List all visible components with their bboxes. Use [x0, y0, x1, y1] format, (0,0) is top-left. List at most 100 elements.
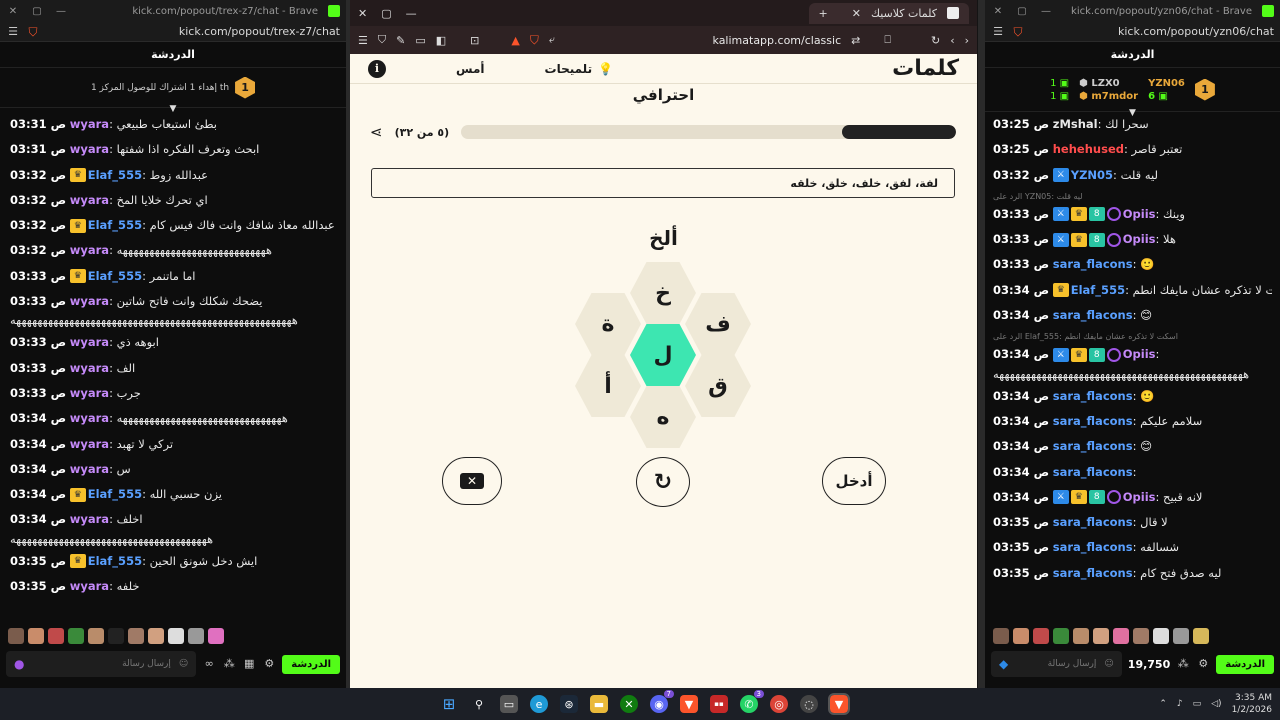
share-icon[interactable]: ⋖ — [370, 123, 383, 141]
steam-icon[interactable]: ⊛ — [560, 695, 578, 713]
message-username[interactable]: wyara — [70, 512, 109, 526]
sidebar-icon[interactable]: ◧ — [436, 34, 446, 47]
app-logo[interactable]: كلمات — [892, 56, 959, 81]
chevron-up-icon[interactable]: ⌃ — [1159, 699, 1167, 709]
chat-message[interactable]: 03:33 ص ⚔ ♛ 8 Opiis: وينك — [993, 202, 1272, 227]
message-username[interactable]: wyara — [70, 462, 109, 476]
reload-icon[interactable]: ↻ — [931, 34, 940, 47]
message-username[interactable]: Elaf_555 — [88, 269, 142, 283]
close-tab-icon[interactable]: ✕ — [852, 7, 861, 20]
chat-message[interactable]: 03:31 ص wyara: ابحث وتعرف الفكره اذا شفت… — [10, 137, 336, 162]
message-username[interactable]: zMshal — [1053, 117, 1098, 131]
store-icon[interactable]: ▦ — [242, 657, 256, 671]
emote-icon[interactable] — [1053, 628, 1069, 644]
chat-message[interactable]: 03:34 ص wyara: ههههههههههههههههههههههههه… — [10, 406, 336, 431]
chat-message[interactable]: 03:31 ص wyara: بطئ استيعاب طبيعي — [10, 112, 336, 137]
shield-icon[interactable]: ⛉ — [378, 33, 386, 47]
url-field[interactable]: kalimatapp.com/classic — [713, 34, 842, 47]
message-username[interactable]: sara_flacons — [1053, 414, 1133, 428]
close-window-button[interactable]: ✕ — [6, 6, 20, 17]
chat-message[interactable]: 03:35 ص sara_flacons: شسالفه — [993, 535, 1272, 560]
chat-message[interactable]: 03:34 ص sara_flacons: — [993, 460, 1272, 485]
bookmark-icon[interactable]: ⎕ — [884, 33, 891, 47]
brave-rewards-icon[interactable]: ▲ — [511, 34, 519, 47]
message-username[interactable]: sara_flacons — [1053, 439, 1133, 453]
share-link-icon[interactable]: ⤶ — [549, 33, 555, 47]
menu-icon[interactable]: ☰ — [991, 25, 1005, 39]
emote-icon[interactable] — [993, 628, 1009, 644]
send-button[interactable]: الدردشة — [1216, 654, 1274, 674]
edge-icon[interactable]: e — [530, 695, 548, 713]
chrome-icon[interactable]: ◎ — [770, 695, 788, 713]
emote-icon[interactable] — [68, 628, 84, 644]
wallet-icon[interactable]: ▭ — [415, 34, 425, 47]
active-tab[interactable]: + ✕ كلمات كلاسيك — [808, 2, 969, 24]
delete-button[interactable]: ✕ — [442, 457, 502, 505]
letter-hex-lower-right[interactable]: ق — [685, 354, 751, 418]
message-username[interactable]: Elaf_555 — [88, 554, 142, 568]
brave-shield-icon[interactable]: ⛉ — [1011, 25, 1025, 39]
emoji-icon[interactable]: ☺ — [179, 659, 188, 669]
chat-message[interactable]: 03:33 ص wyara: الف — [10, 356, 336, 381]
gift-leaderboard[interactable]: 1 ▣ 1 ▣ ⬢ LZX0 ⬢ m7mdor YZN06 6 ▣ 1 ▼ — [985, 68, 1280, 118]
message-username[interactable]: Elaf_555 — [88, 487, 142, 501]
emote-icon[interactable] — [188, 628, 204, 644]
chat-message[interactable]: 03:34 ص ⚔ ♛ 8 Opiis: — [993, 342, 1272, 367]
file-explorer-icon[interactable]: ▬ — [590, 695, 608, 713]
emote-icon[interactable] — [108, 628, 124, 644]
message-username[interactable]: wyara — [70, 294, 109, 308]
maximize-window-button[interactable]: ▢ — [30, 6, 44, 17]
task-view-icon[interactable]: ▭ — [500, 695, 518, 713]
message-username[interactable]: sara_flacons — [1053, 389, 1133, 403]
discord-icon[interactable]: ◉ 7 — [650, 690, 674, 713]
points-icon[interactable]: ⁂ — [222, 657, 236, 671]
message-username[interactable]: hehehused — [1053, 142, 1124, 156]
brave-shield-icon[interactable]: ⛉ — [26, 25, 40, 39]
search-icon[interactable]: ⚲ — [470, 695, 488, 713]
hints-button[interactable]: تلميحات 💡 — [545, 62, 614, 76]
emote-icon[interactable] — [128, 628, 144, 644]
message-username[interactable]: sara_flacons — [1053, 540, 1133, 554]
points-icon[interactable]: ⁂ — [1176, 657, 1190, 671]
shuffle-button[interactable]: ↻ — [636, 457, 690, 507]
message-username[interactable]: wyara — [70, 117, 109, 131]
minimize-window-button[interactable]: — — [406, 7, 417, 20]
chat-message[interactable]: 03:32 ص ⚔ YZN05: ليه قلت — [993, 163, 1272, 188]
letter-hex-upper-right[interactable]: ف — [685, 292, 751, 356]
message-username[interactable]: wyara — [70, 579, 109, 593]
emote-icon[interactable] — [1073, 628, 1089, 644]
chat-message[interactable]: 03:32 ص ♛ Elaf_555: عبدالله معاذ شافك وان… — [10, 213, 336, 238]
reply-reference[interactable]: الرد على Elaf_555: اسكت لا تذكره عشان ما… — [993, 328, 1272, 342]
chat-message[interactable]: 03:33 ص wyara: ابوهه ذي — [10, 330, 336, 355]
letter-hex-lower-left[interactable]: أ — [575, 354, 641, 418]
chat-message[interactable]: 03:35 ص ♛ Elaf_555: ايش دخل شونق الحين — [10, 549, 336, 574]
message-username[interactable]: sara_flacons — [1053, 465, 1133, 479]
message-username[interactable]: wyara — [70, 361, 109, 375]
tune-icon[interactable]: ⇄ — [851, 34, 860, 47]
emote-icon[interactable] — [88, 628, 104, 644]
chat-message[interactable]: 03:25 ص hehehused: تعتبر قاصر — [993, 137, 1272, 162]
letter-hex-top[interactable]: خ — [630, 261, 696, 325]
brave-icon[interactable]: ▼ — [680, 695, 698, 713]
letter-hex-upper-left[interactable]: ة — [575, 292, 641, 356]
maximize-window-button[interactable]: ▢ — [381, 7, 391, 20]
chat-message[interactable]: 03:34 ص ⚔ ♛ 8 Opiis: لانه قبيح — [993, 485, 1272, 510]
close-window-button[interactable]: ✕ — [991, 6, 1005, 17]
maximize-window-button[interactable]: ▢ — [1015, 6, 1029, 17]
menu-icon[interactable]: ☰ — [358, 34, 368, 47]
message-username[interactable]: Elaf_555 — [88, 218, 142, 232]
message-username[interactable]: sara_flacons — [1053, 566, 1133, 580]
emote-icon[interactable] — [1033, 628, 1049, 644]
message-username[interactable]: sara_flacons — [1053, 308, 1133, 322]
microphone-icon[interactable]: ● — [14, 657, 24, 671]
emote-icon[interactable] — [1153, 628, 1169, 644]
chat-message[interactable]: 03:32 ص wyara: اي تحرك خلايا المخ — [10, 188, 336, 213]
message-input[interactable]: ◆ إرسال رسالة ☺ — [991, 651, 1122, 677]
emoji-icon[interactable]: ☺ — [1104, 659, 1113, 669]
volume-icon[interactable]: ◁) — [1211, 699, 1221, 709]
emote-icon[interactable] — [168, 628, 184, 644]
kick-emote-icon[interactable]: ◆ — [999, 657, 1008, 671]
screenshot-icon[interactable]: ⊡ — [470, 34, 479, 47]
chat-message[interactable]: 03:33 ص wyara: يضحك شكلك وانت فاتح شاتين — [10, 289, 336, 314]
chat-message[interactable]: 03:34 ص ♛Elaf_555: اسكت لا تذكره عشان ما… — [993, 278, 1272, 303]
